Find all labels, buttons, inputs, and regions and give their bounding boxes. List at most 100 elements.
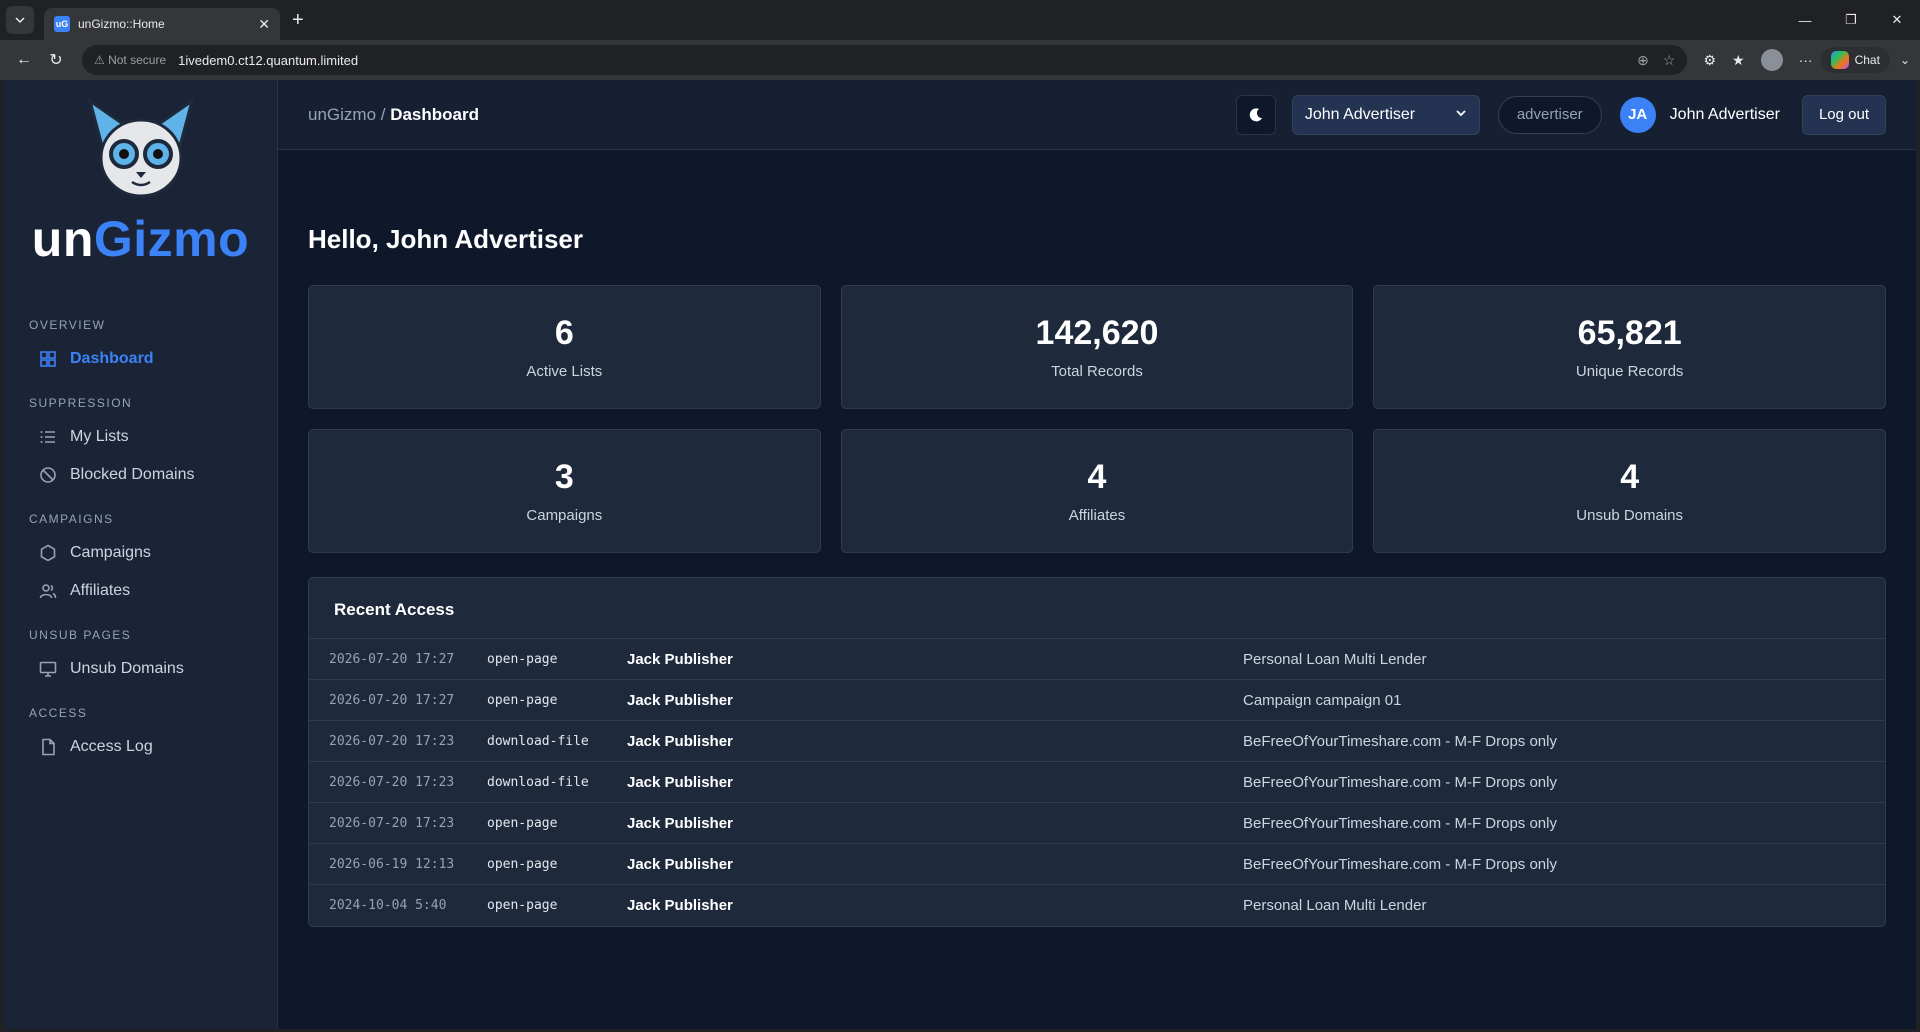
access-user: Jack Publisher: [627, 691, 733, 709]
new-tab-icon[interactable]: +: [292, 9, 304, 32]
sidebar-item-label: Affiliates: [70, 582, 131, 599]
table-row[interactable]: 2026-07-20 17:27 open-page Jack Publisher P…: [309, 639, 1885, 680]
sidebar-item-my-lists[interactable]: My Lists: [4, 418, 277, 456]
sidebar-nav: OVERVIEW Dashboard SUPPRESSION My Lists …: [4, 318, 277, 766]
tab-search-button[interactable]: [6, 6, 34, 34]
sidebar-item-dashboard[interactable]: Dashboard: [4, 340, 277, 378]
access-action: open-page: [487, 898, 558, 913]
copilot-icon: [1830, 51, 1849, 69]
stat-value: 4: [1620, 458, 1640, 496]
address-bar: ← ↻ ⚠ Not secure 1ivedem0.ct12.quantum.l…: [0, 40, 1920, 80]
access-user: Jack Publisher: [627, 897, 733, 914]
table-row[interactable]: 2026-07-20 17:23 open-page Jack Publisher B…: [309, 803, 1885, 844]
access-user: Jack Publisher: [627, 855, 733, 873]
chat-button[interactable]: Chat: [1820, 47, 1890, 73]
access-action: open-page: [487, 692, 558, 708]
users-icon: [38, 581, 58, 601]
logo[interactable]: unGizmo: [4, 80, 277, 280]
hexagon-icon: [38, 543, 58, 563]
stat-label: Unsub Domains: [1576, 507, 1684, 524]
favicon-icon: uG: [54, 16, 70, 32]
stat-card-affiliates: 4 Affiliates: [840, 429, 1354, 553]
access-target: BeFreeOfYourTimeshare.com - M-F Drops on…: [1243, 855, 1557, 873]
stat-label: Total Records: [1051, 363, 1143, 380]
access-time: 2026-07-20 17:23: [329, 815, 455, 831]
tab-title: unGizmo::Home: [78, 17, 165, 31]
breadcrumb-current: Dashboard: [390, 104, 479, 124]
sidebar-item-label: Access Log: [70, 738, 153, 755]
access-time: 2026-07-20 17:23: [329, 733, 455, 749]
table-row[interactable]: 2024-10-04 5:40 open-page Jack Publisher Pe…: [309, 885, 1885, 926]
minimize-icon[interactable]: —: [1782, 0, 1828, 40]
logout-button[interactable]: Log out: [1801, 94, 1886, 135]
favorites-icon[interactable]: ★: [1732, 52, 1745, 69]
access-action: open-page: [487, 815, 558, 831]
avatar[interactable]: JA: [1619, 96, 1656, 133]
account-select-value: John Advertiser: [1304, 105, 1416, 123]
grid-icon: [38, 349, 58, 369]
browser-tab[interactable]: uG unGizmo::Home ✕: [44, 8, 280, 40]
table-row[interactable]: 2026-07-20 17:23 download-file Jack Publis…: [309, 762, 1885, 803]
chevron-down-icon: [1455, 106, 1467, 124]
more-icon[interactable]: ···: [1799, 52, 1813, 68]
close-window-icon[interactable]: ✕: [1874, 0, 1920, 40]
access-target: BeFreeOfYourTimeshare.com - M-F Drops on…: [1243, 732, 1557, 750]
url-text[interactable]: 1ivedem0.ct12.quantum.limited: [178, 53, 1637, 68]
sidebar-item-label: Blocked Domains: [70, 466, 195, 483]
access-time: 2026-06-19 12:13: [329, 856, 455, 872]
table-row[interactable]: 2026-07-20 17:27 open-page Jack Publisher C…: [309, 680, 1885, 721]
list-icon: [38, 427, 58, 447]
profile-icon[interactable]: [1760, 49, 1783, 71]
nav-heading-unsub-pages: UNSUB PAGES: [29, 628, 132, 642]
access-time: 2026-07-20 17:27: [329, 651, 455, 667]
recent-access-panel: Recent Access 2026-07-20 17:27 open-page J…: [308, 577, 1886, 927]
sidebar-item-affiliates[interactable]: Affiliates: [4, 572, 277, 610]
star-icon[interactable]: ☆: [1663, 52, 1676, 69]
sidebar: unGizmo OVERVIEW Dashboard SUPPRESSION M…: [4, 80, 278, 1029]
stat-label: Affiliates: [1068, 507, 1126, 524]
stat-value: 4: [1087, 458, 1107, 496]
sidebar-item-label: Unsub Domains: [70, 660, 184, 677]
chat-label: Chat: [1854, 53, 1880, 67]
reload-icon[interactable]: ↻: [42, 50, 70, 70]
omnibox[interactable]: ⚠ Not secure 1ivedem0.ct12.quantum.limit…: [82, 45, 1688, 75]
access-time: 2026-07-20 17:23: [329, 774, 455, 790]
access-action: open-page: [487, 651, 558, 667]
stat-card-total-records: 142,620 Total Records: [840, 285, 1354, 409]
stats-grid: 6 Active Lists 142,620 Total Records 65,82…: [308, 285, 1886, 553]
sidebar-item-label: My Lists: [70, 428, 129, 445]
extensions-icon[interactable]: ⚙: [1703, 52, 1716, 69]
stat-label: Unique Records: [1575, 363, 1684, 380]
nav-heading-overview: OVERVIEW: [29, 318, 106, 332]
stat-label: Active Lists: [526, 363, 603, 380]
sidebar-item-campaigns[interactable]: Campaigns: [4, 534, 277, 572]
close-tab-icon[interactable]: ✕: [258, 16, 270, 33]
moon-icon: [1249, 107, 1262, 121]
sidebar-item-access-log[interactable]: Access Log: [4, 728, 277, 766]
back-icon[interactable]: ←: [10, 51, 38, 69]
table-row[interactable]: 2026-06-19 12:13 open-page Jack Publisher B…: [309, 844, 1885, 885]
access-target: Personal Loan Multi Lender: [1243, 897, 1427, 914]
stat-value: 65,821: [1577, 314, 1682, 352]
zoom-icon[interactable]: ⊕: [1637, 52, 1649, 69]
sidebar-item-label: Campaigns: [70, 544, 151, 561]
sidebar-item-label: Dashboard: [70, 350, 154, 367]
monitor-icon: [38, 659, 58, 679]
access-target: Campaign campaign 01: [1243, 691, 1402, 709]
sidebar-item-blocked-domains[interactable]: Blocked Domains: [4, 456, 277, 494]
breadcrumb-root[interactable]: unGizmo: [308, 105, 376, 124]
theme-toggle-button[interactable]: [1235, 94, 1276, 135]
stat-value: 3: [554, 458, 574, 496]
access-target: BeFreeOfYourTimeshare.com - M-F Drops on…: [1243, 814, 1557, 832]
breadcrumb: unGizmo / Dashboard: [308, 105, 479, 125]
access-time: 2024-10-04 5:40: [329, 898, 447, 913]
recent-access-title: Recent Access: [309, 578, 1885, 639]
sidebar-item-unsub-domains[interactable]: Unsub Domains: [4, 650, 277, 688]
topbar: unGizmo / Dashboard John Advertiser adve…: [278, 80, 1916, 150]
chevron-down-icon[interactable]: ⌄: [1900, 53, 1910, 67]
not-secure-label[interactable]: ⚠ Not secure: [94, 53, 166, 67]
restore-icon[interactable]: ❐: [1828, 0, 1874, 40]
account-select[interactable]: John Advertiser: [1291, 94, 1480, 135]
stat-value: 6: [554, 314, 574, 352]
table-row[interactable]: 2026-07-20 17:23 download-file Jack Publis…: [309, 721, 1885, 762]
